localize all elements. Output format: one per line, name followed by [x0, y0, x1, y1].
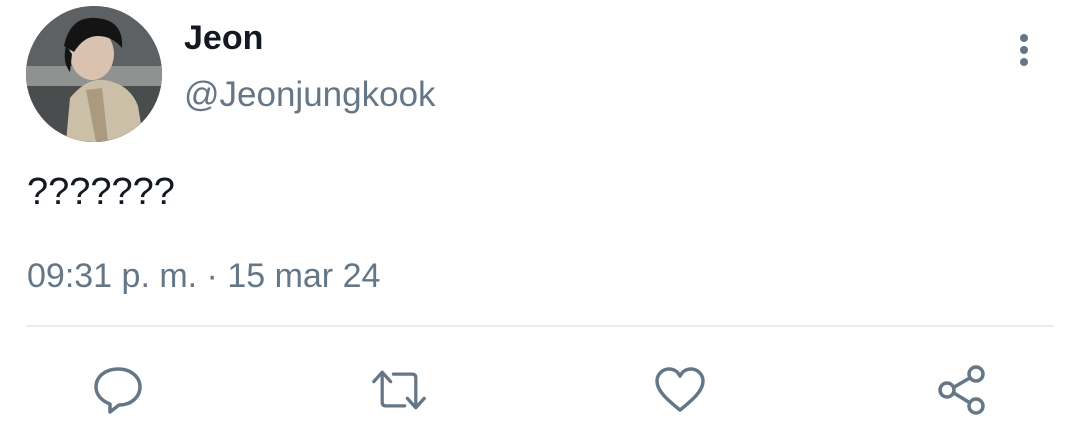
tweet-text: ???????: [27, 171, 175, 213]
divider: [26, 325, 1054, 327]
more-dot: [1020, 58, 1028, 66]
heart-icon: [655, 367, 705, 412]
reply-button[interactable]: [90, 362, 146, 418]
display-name[interactable]: Jeon: [184, 18, 263, 58]
tweet-timestamp[interactable]: 09:31 p. m. · 15 mar 24: [27, 256, 380, 296]
comment-bubble-icon: [94, 367, 142, 414]
share-button[interactable]: [934, 362, 990, 418]
tweet-card: Jeon @Jeonjungkook ??????? 09:31 p. m. ·…: [0, 0, 1080, 448]
retweet-button[interactable]: [371, 362, 427, 418]
retweet-arrows-icon: [372, 370, 426, 410]
more-dot: [1020, 46, 1028, 54]
avatar[interactable]: [26, 6, 162, 142]
avatar-image: [26, 6, 162, 142]
like-button[interactable]: [652, 362, 708, 418]
share-nodes-icon: [938, 365, 985, 415]
more-dot: [1020, 34, 1028, 42]
more-options-icon[interactable]: [1006, 28, 1044, 72]
user-handle[interactable]: @Jeonjungkook: [184, 74, 436, 116]
